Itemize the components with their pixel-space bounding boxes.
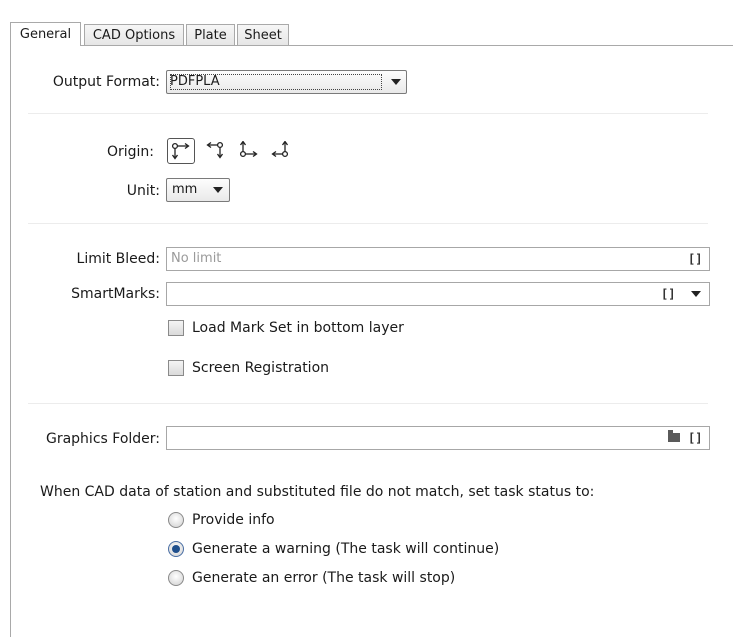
load-mark-set-checkbox[interactable] <box>168 320 184 336</box>
limit-bleed-field[interactable]: No limit [] <box>166 247 710 271</box>
origin-top-right-icon <box>206 141 224 159</box>
origin-bottom-left-icon <box>239 141 258 158</box>
radio-generate-error-label: Generate an error (The task will stop) <box>192 570 456 586</box>
smartmarks-label: SmartMarks: <box>71 286 160 302</box>
radio-selected-dot <box>172 545 180 553</box>
origin-top-right-button[interactable] <box>203 138 231 164</box>
origin-bottom-right-icon <box>271 141 289 158</box>
unit-value: mm <box>172 182 198 197</box>
tab-general[interactable]: General <box>10 22 81 46</box>
origin-bottom-left-button[interactable] <box>236 138 264 164</box>
graphics-folder-label: Graphics Folder: <box>45 431 160 447</box>
separator <box>28 403 708 404</box>
radio-generate-error[interactable] <box>168 570 184 586</box>
unit-label: Unit: <box>126 183 160 199</box>
graphics-folder-field[interactable]: [] <box>166 426 710 450</box>
smartmarks-field[interactable]: [] <box>166 282 710 306</box>
origin-top-left-icon <box>171 142 190 160</box>
radio-provide-info[interactable] <box>168 512 184 528</box>
mismatch-prompt: When CAD data of station and substituted… <box>40 484 595 500</box>
tab-cad-options[interactable]: CAD Options <box>84 24 184 45</box>
tab-sheet[interactable]: Sheet <box>237 24 289 45</box>
separator <box>28 113 708 114</box>
radio-provide-info-label: Provide info <box>192 512 275 528</box>
dropdown-arrow-icon <box>391 79 401 85</box>
expression-button[interactable]: [] <box>661 286 675 302</box>
screen-registration-label: Screen Registration <box>192 360 330 376</box>
load-mark-set-label: Load Mark Set in bottom layer <box>192 320 404 336</box>
output-format-label: Output Format: <box>52 74 160 90</box>
separator <box>28 223 708 224</box>
origin-bottom-right-button[interactable] <box>268 138 296 164</box>
dropdown-arrow-icon[interactable] <box>691 291 701 297</box>
output-format-select[interactable]: PDFPLA <box>166 70 407 94</box>
origin-top-left-button[interactable] <box>167 138 195 164</box>
folder-icon[interactable] <box>668 430 680 442</box>
unit-select[interactable]: mm <box>166 178 230 202</box>
tab-plate[interactable]: Plate <box>186 24 235 45</box>
expression-button[interactable]: [] <box>688 430 702 446</box>
limit-bleed-placeholder: No limit <box>171 251 222 266</box>
radio-generate-warning[interactable] <box>168 541 184 557</box>
radio-generate-warning-label: Generate a warning (The task will contin… <box>192 541 500 557</box>
dropdown-arrow-icon <box>213 187 223 193</box>
origin-label: Origin: <box>106 144 154 160</box>
expression-button[interactable]: [] <box>688 251 702 267</box>
output-format-value: PDFPLA <box>170 74 220 89</box>
limit-bleed-label: Limit Bleed: <box>76 251 160 267</box>
screen-registration-checkbox[interactable] <box>168 360 184 376</box>
tab-strip: General CAD Options Plate Sheet <box>10 22 733 46</box>
